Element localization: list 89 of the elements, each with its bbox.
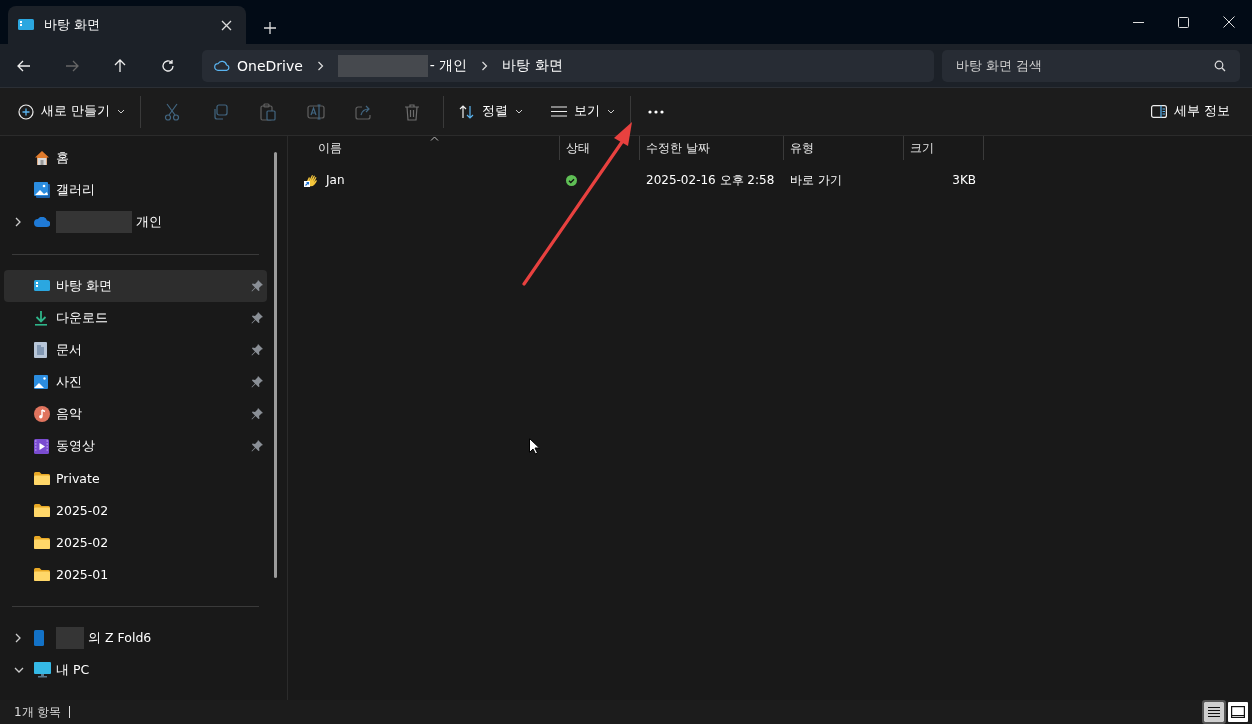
file-name[interactable]: Jan: [326, 173, 345, 187]
item-count: 1개 항목: [14, 703, 62, 721]
caret-icon: [117, 109, 125, 114]
details-button[interactable]: 세부 정보: [1143, 95, 1238, 128]
pin-icon[interactable]: [251, 344, 263, 356]
gallery-icon: [34, 182, 50, 198]
sidebar-item[interactable]: 음악: [4, 398, 267, 430]
caret-icon: [607, 109, 615, 114]
download-icon: [34, 310, 48, 326]
tab-title: 바탕 화면: [44, 16, 102, 34]
table-cell: 2025-02-16 오후 2:58: [646, 171, 775, 189]
sidebar-item[interactable]: 2025-01: [4, 558, 267, 590]
chevron-right-icon[interactable]: [481, 60, 489, 71]
maximize-icon[interactable]: [1178, 16, 1189, 28]
house-icon: [34, 150, 50, 166]
document-icon: [34, 342, 47, 358]
up-arrow-icon[interactable]: [114, 58, 126, 73]
sidebar-item[interactable]: Private: [4, 462, 267, 494]
folder-icon: [34, 535, 50, 549]
sidebar-item[interactable]: 내 PC: [4, 654, 267, 686]
tiles-view-icon: [1231, 706, 1245, 718]
new-tab-icon[interactable]: [264, 22, 276, 34]
forward-arrow-icon[interactable]: [65, 59, 79, 72]
breadcrumb-item[interactable]: OneDrive: [237, 57, 303, 74]
table-cell: 바로 가기: [790, 171, 842, 189]
music-note-icon: [34, 406, 50, 422]
phone-icon: [34, 630, 44, 646]
more-icon[interactable]: [648, 109, 664, 114]
sidebar-item[interactable]: 홈: [4, 142, 267, 174]
close-icon[interactable]: [1223, 16, 1235, 28]
folder-icon: [34, 503, 50, 517]
list-icon: [551, 106, 567, 117]
details-pane-icon: [1151, 105, 1167, 118]
sidebar-item[interactable]: 다운로드: [4, 302, 267, 334]
pin-icon[interactable]: [251, 440, 263, 452]
desktop-icon: [34, 279, 50, 293]
new-button[interactable]: 새로 만들기: [10, 95, 133, 128]
breadcrumb-item[interactable]: 바탕 화면: [502, 56, 563, 75]
sort-icon: [459, 104, 475, 119]
view-toggle-button[interactable]: [1228, 702, 1248, 722]
mouse-cursor-icon: [529, 438, 540, 455]
table-cell: 3KB: [952, 173, 976, 187]
folder-icon: [34, 471, 50, 485]
details-view-icon: [1207, 706, 1221, 718]
sidebar-item[interactable]: 2025-02: [4, 494, 267, 526]
scrollbar[interactable]: [274, 152, 277, 578]
chevron-right-icon[interactable]: [316, 60, 324, 71]
window-tab[interactable]: 바탕 화면: [8, 6, 246, 44]
cloud-icon: [34, 217, 50, 227]
video-icon: [34, 438, 49, 454]
sidebar-item[interactable]: 동영상: [4, 430, 267, 462]
sidebar-item[interactable]: 개인: [4, 206, 267, 238]
search-placeholder: 바탕 화면 검색: [956, 56, 1044, 75]
sort-button[interactable]: 정렬: [451, 95, 531, 128]
sidebar-item[interactable]: 바탕 화면: [4, 270, 267, 302]
folder-icon: [34, 567, 50, 581]
breadcrumb-item[interactable]: - 개인: [429, 56, 468, 75]
sidebar-item[interactable]: 2025-02: [4, 526, 267, 558]
view-toggle-button[interactable]: [1204, 702, 1224, 722]
view-button[interactable]: 보기: [543, 95, 623, 128]
monitor-icon: [34, 662, 51, 678]
search-icon: [1214, 59, 1226, 72]
pin-icon[interactable]: [251, 408, 263, 420]
column-header[interactable]: 크기: [904, 136, 984, 160]
desktop-icon: [18, 18, 34, 32]
refresh-icon[interactable]: [161, 58, 175, 73]
shortcut-hand-icon: [304, 172, 320, 188]
column-header[interactable]: 수정한 날짜: [640, 136, 784, 160]
plus-circle-icon: [18, 103, 34, 120]
sidebar-item[interactable]: 의 Z Fold6: [4, 622, 267, 654]
sidebar-item[interactable]: 갤러리: [4, 174, 267, 206]
sidebar-item[interactable]: 문서: [4, 334, 267, 366]
picture-icon: [34, 375, 48, 389]
close-icon[interactable]: [220, 19, 232, 31]
sidebar-item[interactable]: 사진: [4, 366, 267, 398]
chevron-right-icon[interactable]: [14, 633, 22, 643]
sort-caret-icon: [429, 136, 439, 141]
cloud-icon: [214, 60, 230, 71]
pin-icon[interactable]: [251, 376, 263, 388]
back-arrow-icon[interactable]: [17, 59, 31, 72]
pin-icon[interactable]: [251, 312, 263, 324]
chevron-right-icon[interactable]: [14, 217, 22, 227]
caret-icon: [515, 109, 523, 114]
chevron-down-icon[interactable]: [14, 666, 24, 674]
pin-icon[interactable]: [251, 280, 263, 292]
address-bar[interactable]: OneDrive - 개인 바탕 화면: [202, 49, 934, 82]
search-field[interactable]: 바탕 화면 검색: [942, 49, 1240, 82]
column-header[interactable]: 이름: [288, 136, 560, 160]
column-header[interactable]: 유형: [784, 136, 904, 160]
